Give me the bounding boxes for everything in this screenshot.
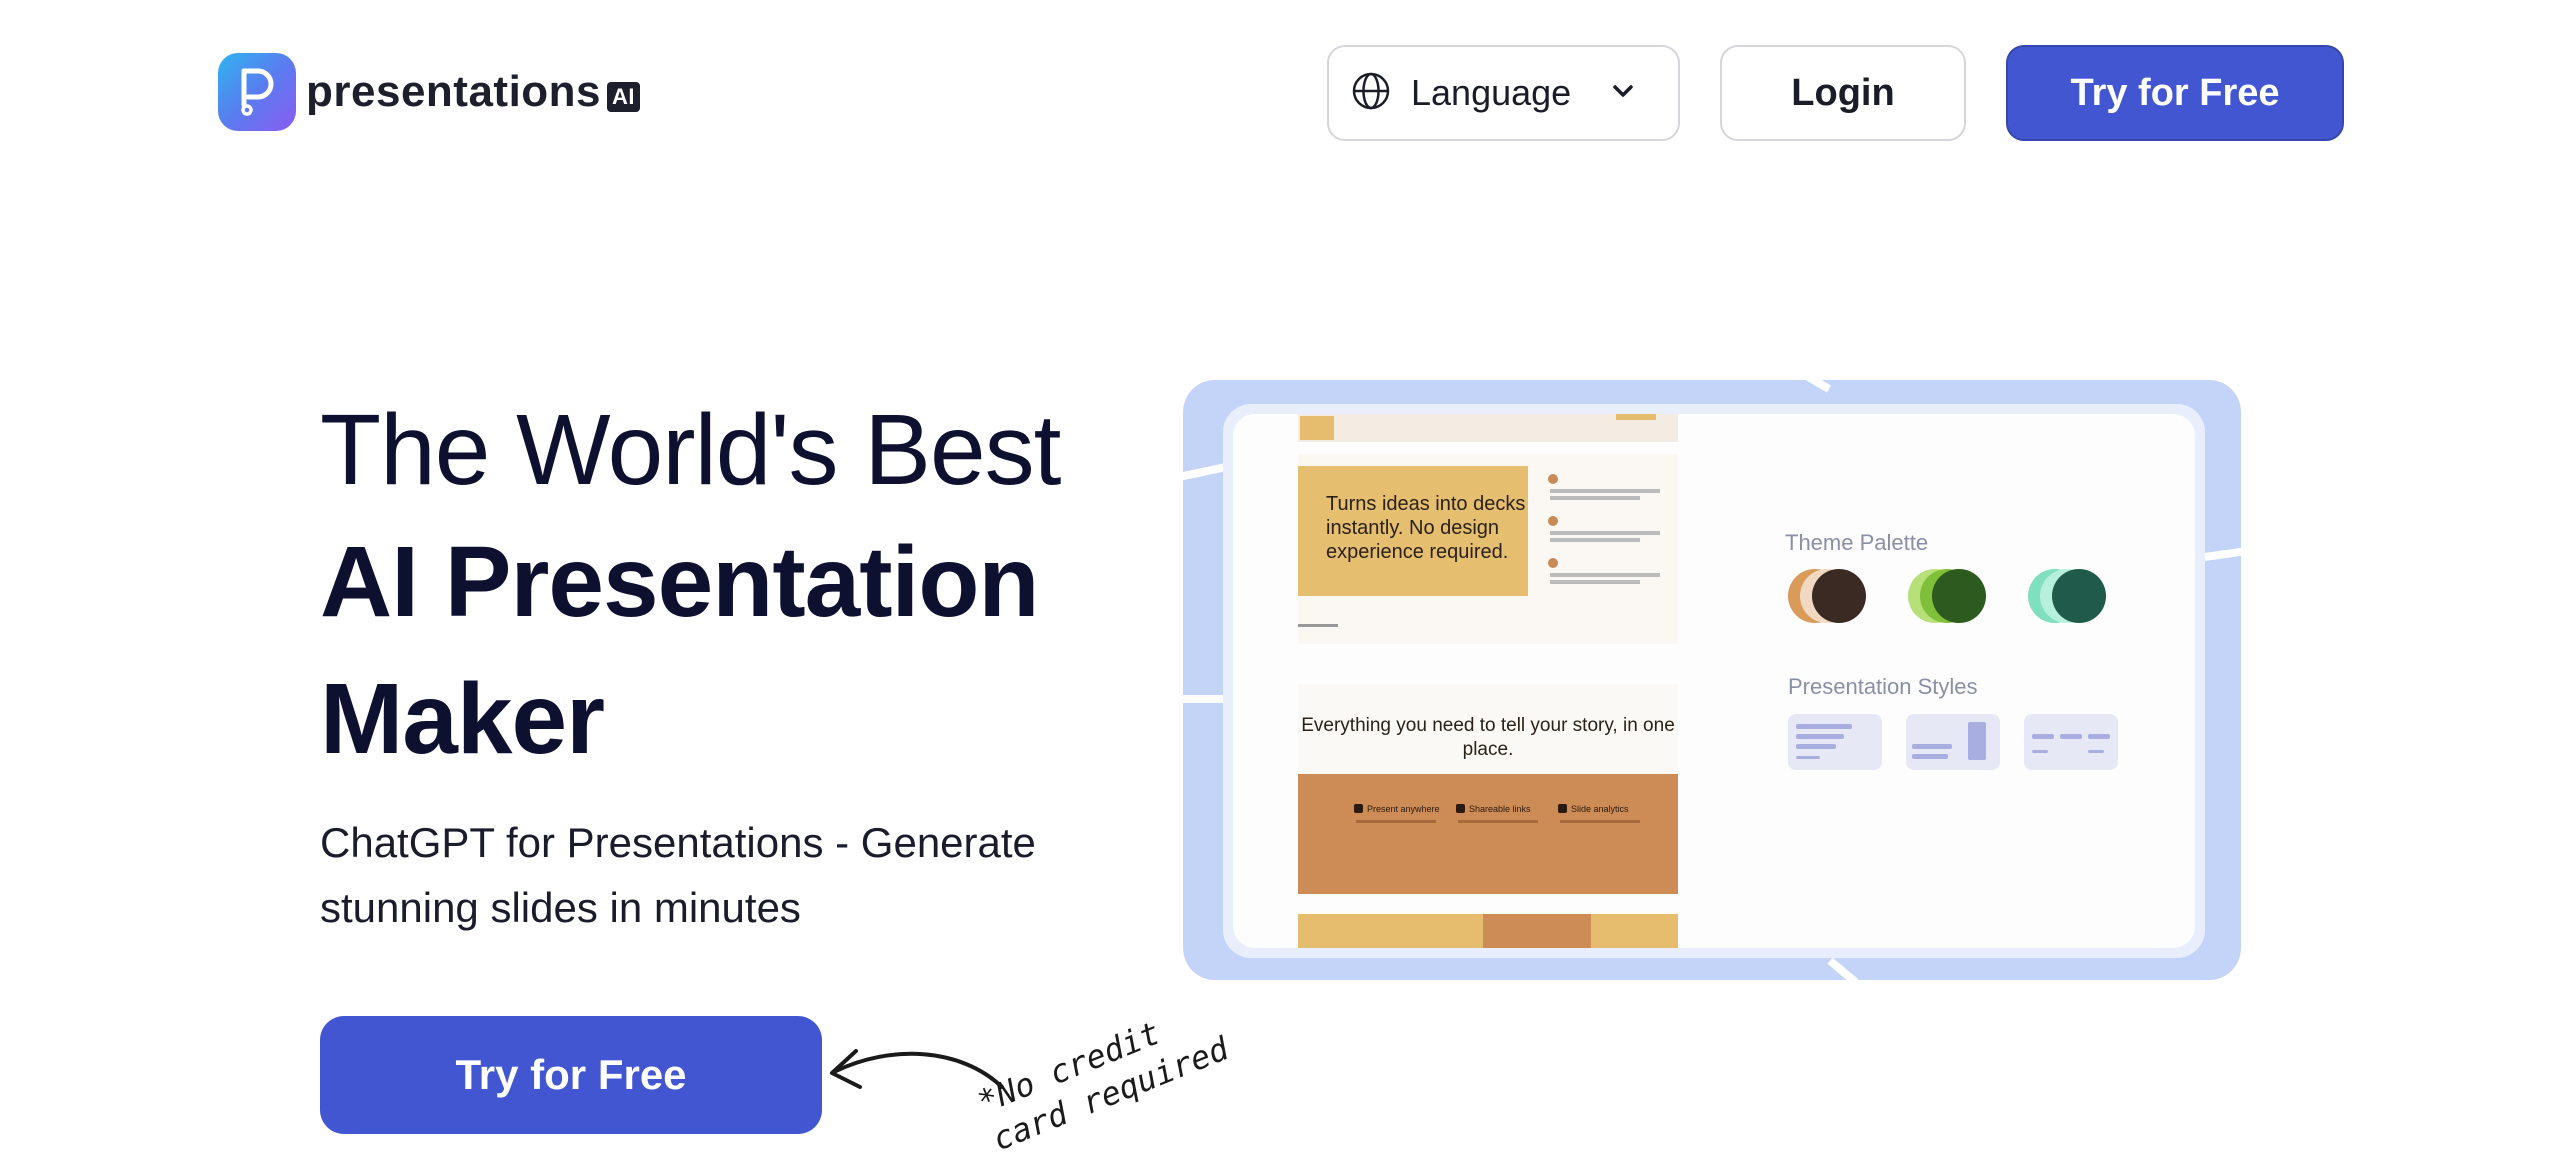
globe-icon xyxy=(1351,71,1391,116)
hero-subtitle: ChatGPT for Presentations - Generate stu… xyxy=(320,819,1036,931)
slide-2-text: Everything you need to tell your story, … xyxy=(1301,715,1675,760)
language-selector[interactable]: Language xyxy=(1327,45,1680,141)
preview-canvas: Turns ideas into decks instantly. No des… xyxy=(1233,414,2195,948)
hero-title-line-1: The World's Best xyxy=(320,394,1061,506)
style-option xyxy=(1906,714,2000,770)
feature-shareable-links: Shareable links xyxy=(1456,804,1531,814)
feature-slide-analytics: Slide analytics xyxy=(1558,804,1629,814)
slide-thumbnail: Turns ideas into decks instantly. No des… xyxy=(1298,454,1678,644)
slide-thumbnail xyxy=(1298,914,1678,948)
no-credit-card-note: *No credit card required xyxy=(972,1013,1234,1159)
logo-wordmark: presentations AI xyxy=(306,67,641,117)
hero-try-for-free-button[interactable]: Try for Free xyxy=(320,1016,822,1134)
presentations-logo-icon xyxy=(218,53,296,131)
app-preview: Turns ideas into decks instantly. No des… xyxy=(1183,380,2241,980)
brand-logo[interactable]: presentations AI xyxy=(218,53,641,131)
theme-palette-label: Theme Palette xyxy=(1785,530,1929,555)
swatch xyxy=(1812,569,1866,623)
style-option xyxy=(2024,714,2118,770)
slide-thumbnail xyxy=(1298,414,1678,442)
chevron-down-icon xyxy=(1611,83,1635,104)
feature-present-anywhere: Present anywhere xyxy=(1354,804,1440,814)
logo-ai-badge: AI xyxy=(607,82,641,112)
hero-title-line-2: AI Presentation xyxy=(320,526,1039,638)
presentation-styles-label: Presentation Styles xyxy=(1788,674,1978,699)
swatch xyxy=(2052,569,2106,623)
swatch xyxy=(1932,569,1986,623)
hero-title-line-3: Maker xyxy=(320,663,605,775)
header-try-for-free-button[interactable]: Try for Free xyxy=(2006,45,2344,141)
slide-thumbnail: Everything you need to tell your story, … xyxy=(1298,684,1678,894)
language-label: Language xyxy=(1411,72,1572,113)
slide-1-text: Turns ideas into decks instantly. No des… xyxy=(1298,466,1528,596)
login-button[interactable]: Login xyxy=(1720,45,1966,141)
style-option xyxy=(1788,714,1882,770)
